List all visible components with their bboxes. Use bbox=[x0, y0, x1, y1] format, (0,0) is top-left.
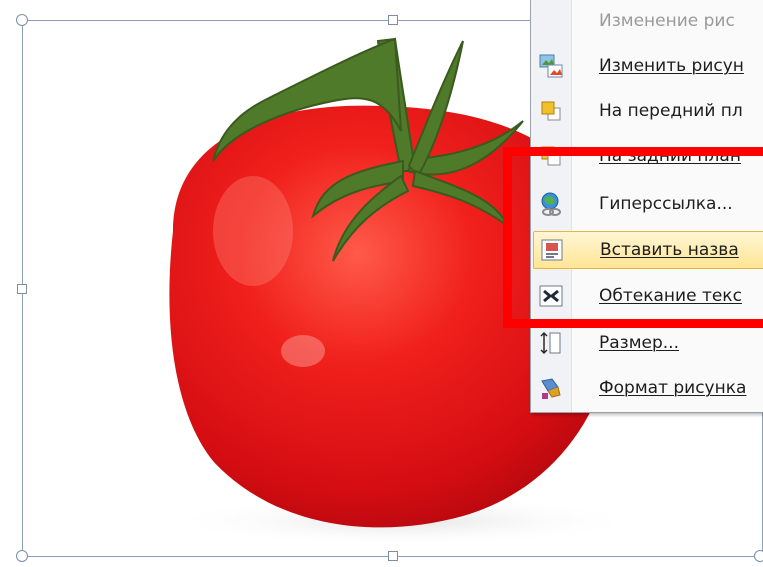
resize-handle-bottom-left[interactable] bbox=[16, 550, 28, 562]
resize-handle-bottom[interactable] bbox=[388, 551, 398, 561]
resize-handle-top[interactable] bbox=[388, 15, 398, 25]
format-picture-icon bbox=[533, 369, 569, 407]
menu-item-label: Изменение рис bbox=[599, 11, 735, 31]
resize-handle-bottom-right[interactable] bbox=[754, 550, 763, 562]
menu-item-label: Изменить рисун bbox=[599, 56, 744, 76]
change-picture-disabled-icon bbox=[533, 2, 569, 40]
menu-item-size[interactable]: Размер... bbox=[533, 324, 763, 362]
bring-forward-icon bbox=[533, 92, 569, 130]
menu-item-label: На передний пл bbox=[599, 101, 743, 121]
menu-item-label: Формат рисунка bbox=[599, 378, 747, 398]
menu-item-label: Размер... bbox=[599, 333, 679, 353]
menu-item-format-picture[interactable]: Формат рисунка bbox=[533, 369, 763, 407]
menu-item-bring-forward[interactable]: На передний пл bbox=[533, 92, 763, 130]
menu-item-change-picture[interactable]: Изменить рисун bbox=[533, 47, 763, 85]
change-picture-icon bbox=[533, 47, 569, 85]
annotation-highlight-box bbox=[503, 147, 763, 328]
size-icon bbox=[533, 324, 569, 362]
menu-item-change-picture-disabled: Изменение рис bbox=[533, 2, 763, 40]
resize-handle-left[interactable] bbox=[17, 284, 27, 294]
resize-handle-top-left[interactable] bbox=[16, 14, 28, 26]
